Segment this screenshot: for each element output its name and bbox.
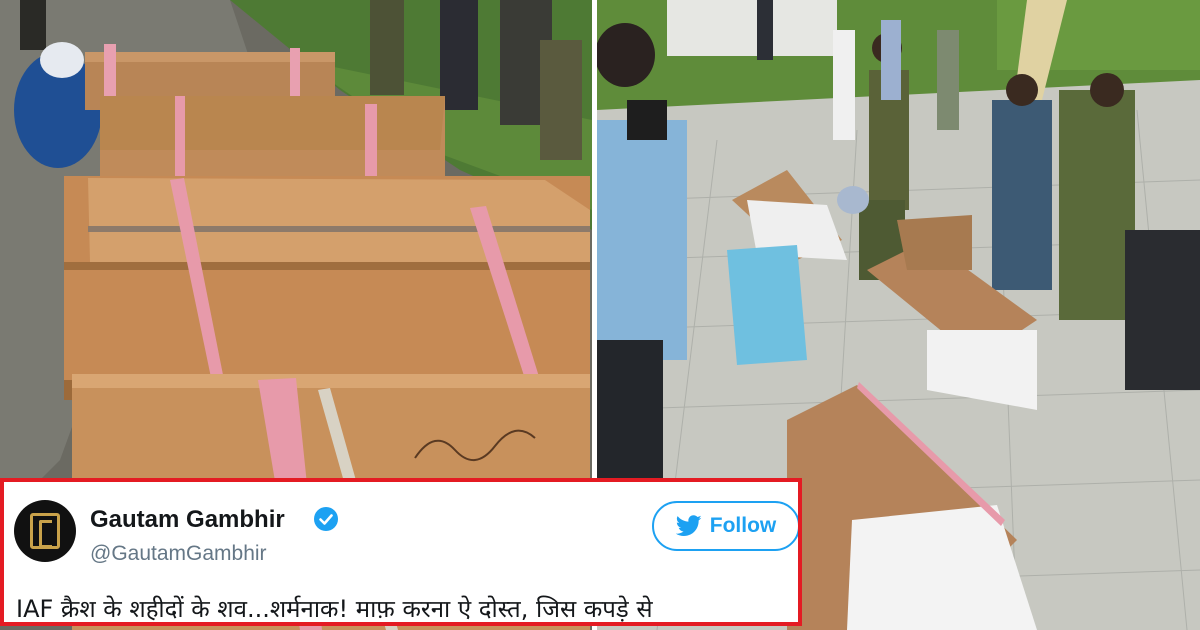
display-name[interactable]: Gautam Gambhir: [90, 506, 285, 534]
verified-badge-icon: [314, 507, 338, 531]
woman-in-saree: [992, 74, 1052, 290]
follow-button[interactable]: Follow: [652, 501, 798, 551]
cardboard-box: [100, 96, 445, 186]
cardboard-box: [64, 176, 590, 400]
tweet-text: IAF क्रैश के शहीदों के शव...शर्मनाक! माफ…: [16, 595, 653, 623]
tweet-card: Gautam Gambhir @GautamGambhir Follow IAF…: [0, 478, 802, 626]
user-handle[interactable]: @GautamGambhir: [90, 542, 267, 566]
twitter-bird-icon: [675, 515, 702, 536]
follow-label: Follow: [709, 514, 777, 537]
gg-logo-icon: [30, 513, 60, 549]
avatar[interactable]: [14, 500, 76, 562]
blue-wrapped-bundle: [727, 245, 807, 365]
